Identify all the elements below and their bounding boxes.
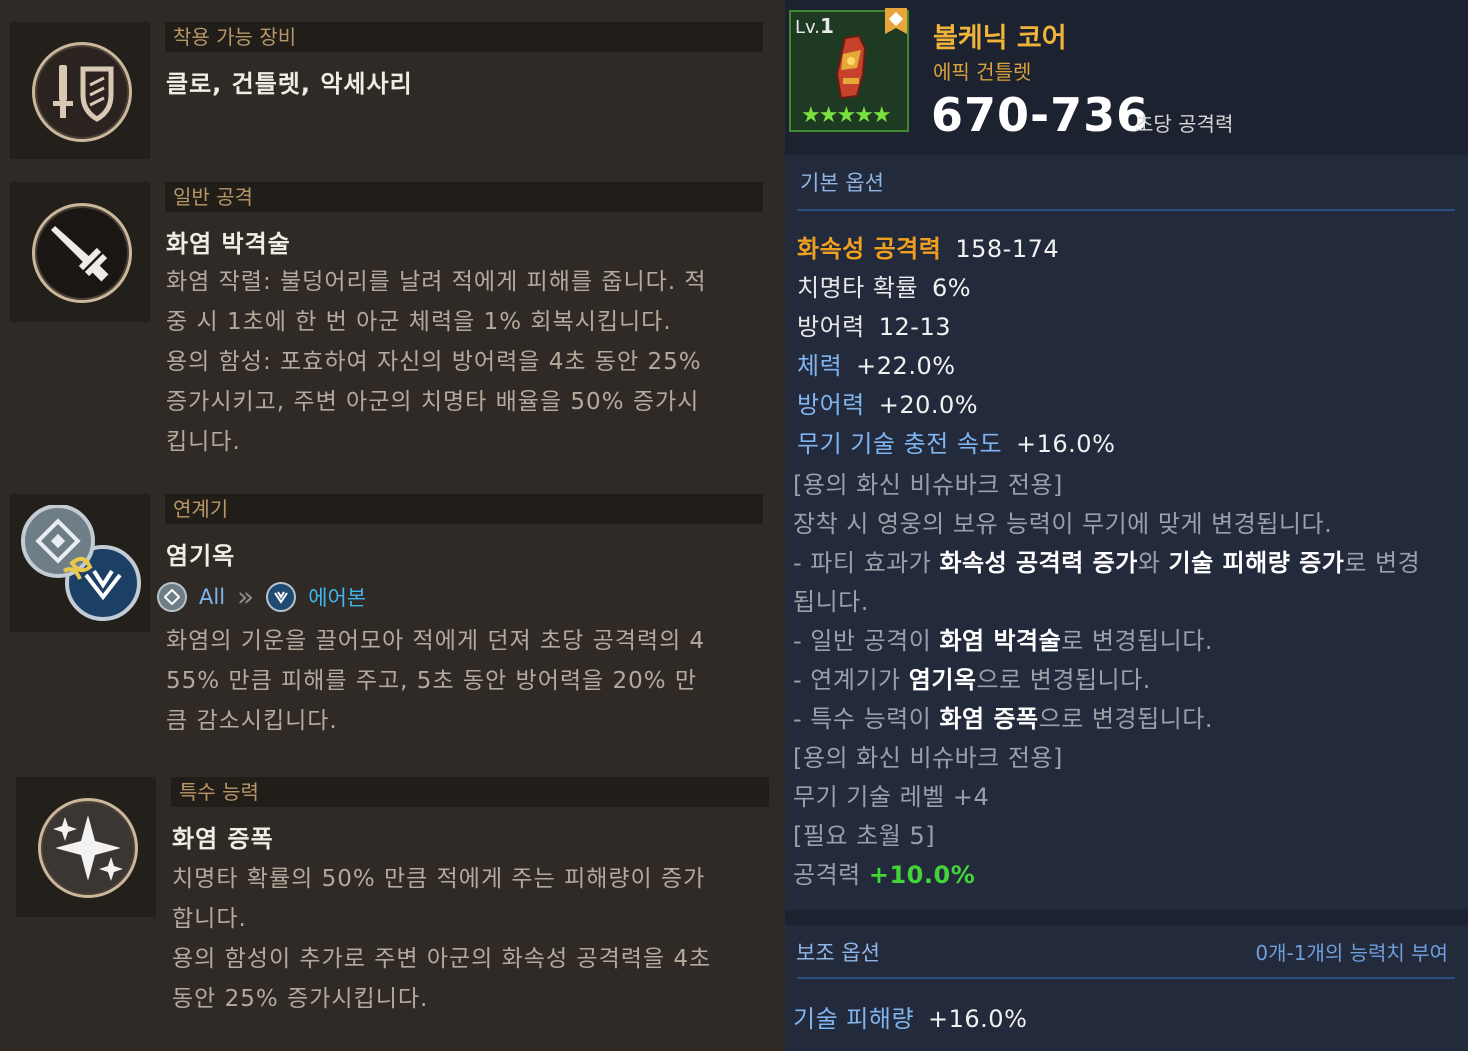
damage-label: 초당 공격력 (1135, 112, 1234, 136)
stat-value: +22.0% (856, 352, 956, 380)
description-line: 화염의 기운을 끌어모아 적에게 던져 초당 공격력의 4 (166, 628, 706, 654)
text-segment: - 특수 능력이 (793, 705, 940, 733)
highlight-text: 화염 증폭 (939, 705, 1039, 733)
text-segment: 으로 변경됩니다. (976, 666, 1151, 694)
description-line: 55% 만큼 피해를 주고, 5초 동안 방어력을 20% 만 (166, 668, 698, 694)
highlight-text: 염기옥 (908, 666, 977, 694)
combo-icon (20, 504, 145, 625)
bonus-value: +10.0% (868, 861, 976, 889)
stat-name: 방어력 (797, 313, 865, 341)
text-segment: 로 변경됩니다. (1061, 627, 1213, 655)
normal-attack-description: 화염 작렬: 불덩어리를 날려 적에게 피해를 줍니다. 적 중 시 1초에 한… (166, 262, 766, 462)
item-tooltip: Lv.1 ★★★★★ 볼케닉 코어 에픽 건틀렛 670-736 초당 공격력 … (785, 0, 1468, 1051)
basic-options-title: 기본 옵션 (800, 171, 884, 195)
skill-panel: 착용 가능 장비 클로, 건틀렛, 악세사리 일반 공격 화염 박격술 화염 작… (0, 0, 785, 1051)
gauntlet-icon (835, 34, 867, 100)
combo-description: 화염의 기운을 끌어모아 적에게 던져 초당 공격력의 4 55% 만큼 피해를… (166, 621, 766, 741)
text-segment: 으로 변경됩니다. (1038, 705, 1213, 733)
text-segment: - 파티 효과가 (793, 549, 940, 577)
stat-row: 방어력 12-13 (797, 307, 951, 342)
description-line: 합니다. (172, 906, 247, 932)
highlight-text: 화속성 공격력 증가 (939, 549, 1138, 577)
effect-text: - 파티 효과가 화속성 공격력 증가와 기술 피해량 증가로 변경 (793, 543, 1420, 578)
sub-options-panel: 보조 옵션 0개-1개의 능력치 부여 기술 피해량 +16.0% (785, 925, 1468, 1051)
item-icon-frame: Lv.1 ★★★★★ (789, 8, 909, 132)
description-line: 용의 함성이 추가로 주변 아군의 화속성 공격력을 4초 (172, 946, 712, 972)
combo-title: 염기옥 (166, 542, 236, 570)
normal-attack-title: 화염 박격술 (166, 230, 291, 258)
basic-options-panel: 기본 옵션 화속성 공격력 158-174 치명타 확률 6% 방어력 12-13 체… (785, 155, 1468, 910)
stat-name: 화속성 공격력 (797, 235, 942, 263)
stat-name: 무기 기술 충전 속도 (797, 430, 1003, 458)
stat-row: 방어력 +20.0% (797, 385, 978, 420)
sub-options-note: 0개-1개의 능력치 부여 (1255, 941, 1448, 965)
effect-text: 장착 시 영웅의 보유 능력이 무기에 맞게 변경됩니다. (793, 510, 1333, 538)
highlight-text: 화염 박격술 (939, 627, 1062, 655)
level-prefix: Lv. (795, 17, 821, 38)
effect-text: 무기 기술 레벨 +4 (793, 783, 990, 811)
stat-row: 치명타 확률 6% (797, 268, 971, 303)
requirement-text: [용의 화신 비슈바크 전용] (793, 471, 1063, 499)
description-line: 큼 감소시킵니다. (166, 708, 338, 734)
effect-text: 공격력 +10.0% (793, 855, 975, 890)
item-type: 에픽 건틀렛 (933, 60, 1032, 84)
stat-value: +16.0% (1016, 430, 1116, 458)
sparkle-icon (38, 798, 138, 898)
effect-text: - 일반 공격이 화염 박격술로 변경됩니다. (793, 621, 1213, 656)
text-segment: 공격력 (793, 861, 869, 889)
stat-name: 치명타 확률 (797, 274, 919, 302)
effect-text: - 연계기가 염기옥으로 변경됩니다. (793, 660, 1151, 695)
description-line: 킵니다. (166, 429, 241, 455)
normal-attack-header: 일반 공격 (165, 182, 763, 212)
stat-value: +16.0% (928, 1005, 1028, 1033)
all-skill-icon (157, 582, 187, 612)
stat-row: 체력 +22.0% (797, 346, 956, 381)
sword-icon (32, 203, 132, 303)
highlight-text: 기술 피해량 증가 (1168, 549, 1345, 577)
stat-row: 화속성 공격력 158-174 (797, 229, 1059, 264)
equip-list: 클로, 건틀렛, 악세사리 (166, 70, 413, 98)
item-name: 볼케닉 코어 (933, 23, 1067, 54)
double-chevron-right-icon: » (237, 580, 255, 613)
text-segment: - 연계기가 (793, 666, 909, 694)
text-segment: - 일반 공격이 (793, 627, 940, 655)
sword-shield-icon (32, 42, 132, 142)
stat-row: 기술 피해량 +16.0% (793, 999, 1027, 1034)
combo-sequence: All » 에어본 (157, 580, 366, 614)
special-header: 특수 능력 (171, 777, 769, 807)
divider (797, 209, 1455, 211)
requirement-text: [용의 화신 비슈바크 전용] (793, 744, 1063, 772)
stat-value: +20.0% (878, 391, 979, 419)
stat-name: 기술 피해량 (793, 1005, 915, 1033)
text-segment: 로 변경 (1344, 549, 1421, 577)
star-rating: ★★★★★ (801, 103, 892, 128)
equip-header: 착용 가능 장비 (165, 22, 763, 52)
requirement-text: [필요 초월 5] (793, 822, 936, 850)
combo-to-label: 에어본 (308, 586, 367, 610)
combo-from-label: All (199, 585, 226, 609)
description-line: 증가시키고, 주변 아군의 치명타 배율을 50% 증가시 (166, 389, 700, 415)
special-description: 치명타 확률의 50% 만큼 적에게 주는 피해량이 증가 합니다. 용의 함성… (172, 859, 772, 1019)
bookmark-badge-icon (885, 8, 907, 36)
description-line: 동안 25% 증가시킵니다. (172, 986, 429, 1012)
sub-options-title: 보조 옵션 (796, 941, 880, 965)
special-title: 화염 증폭 (172, 825, 274, 853)
text-segment: 와 (1137, 549, 1169, 577)
stat-name: 체력 (797, 352, 843, 380)
stat-row: 무기 기술 충전 속도 +16.0% (797, 424, 1115, 459)
effect-text: - 특수 능력이 화염 증폭으로 변경됩니다. (793, 699, 1213, 734)
airborne-skill-icon (266, 582, 297, 612)
stat-value: 158-174 (955, 235, 1060, 263)
stat-value: 12-13 (878, 313, 951, 341)
stat-value: 6% (932, 274, 972, 302)
description-line: 중 시 1초에 한 번 아군 체력을 1% 회복시킵니다. (166, 309, 672, 335)
description-line: 화염 작렬: 불덩어리를 날려 적에게 피해를 줍니다. 적 (166, 269, 707, 295)
effect-text: 됩니다. (793, 588, 869, 616)
stat-name: 방어력 (797, 391, 865, 419)
description-line: 치명타 확률의 50% 만큼 적에게 주는 피해량이 증가 (172, 866, 706, 892)
damage-range: 670-736 (931, 88, 1150, 142)
divider (797, 977, 1455, 979)
description-line: 용의 함성: 포효하여 자신의 방어력을 4초 동안 25% (166, 349, 702, 375)
combo-header: 연계기 (165, 494, 763, 524)
